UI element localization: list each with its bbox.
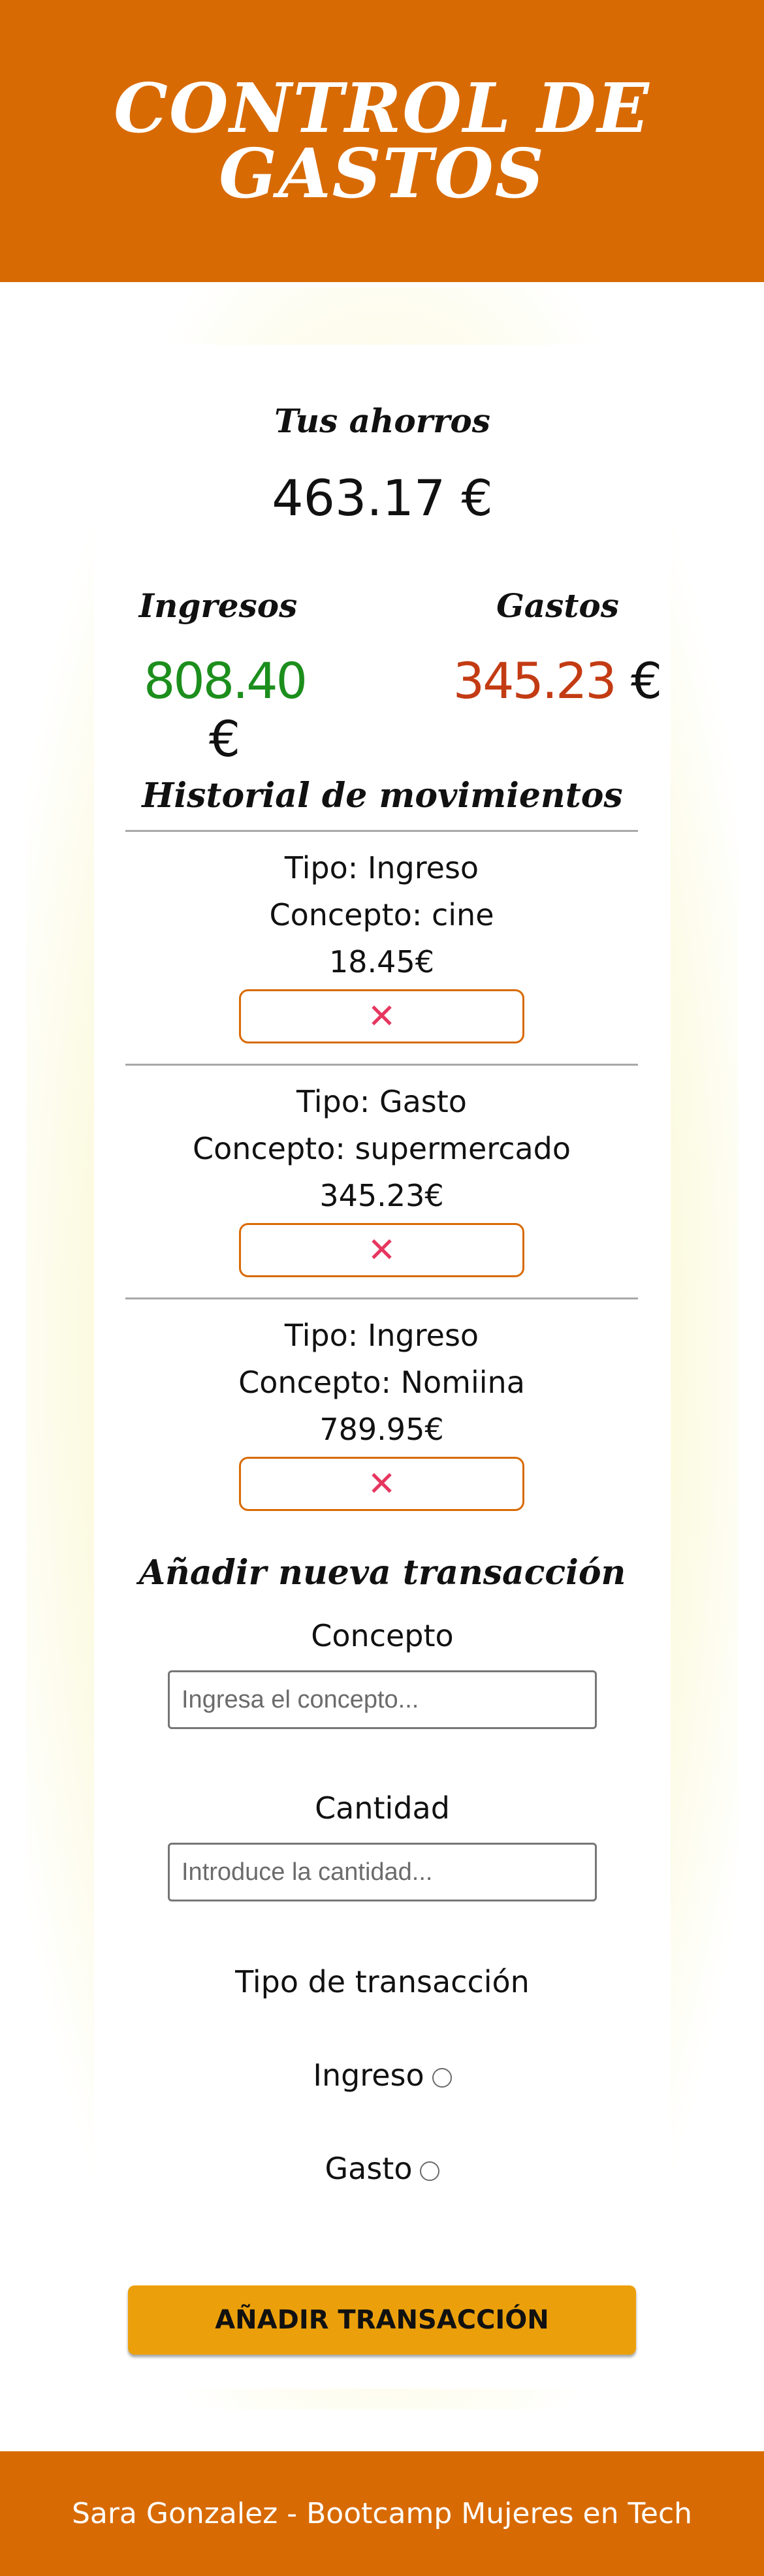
- movement-item: Tipo: Ingreso Concepto: Nomiina 789.95€ …: [125, 1297, 638, 1531]
- add-transaction-button[interactable]: AÑADIR TRANSACCIÓN: [128, 2285, 636, 2355]
- add-transaction-title: Añadir nueva transacción: [138, 1553, 626, 1593]
- savings-value: 463.17 €: [272, 469, 493, 527]
- concept-input[interactable]: [168, 1670, 597, 1729]
- app-header: CONTROL DE GASTOS: [0, 0, 764, 282]
- movements-list: Tipo: Ingreso Concepto: cine 18.45€ ✕ Ti…: [125, 830, 638, 1531]
- expense-radio[interactable]: [420, 2161, 440, 2181]
- amount-input[interactable]: [168, 1843, 597, 1901]
- expense-label: Gastos: [496, 586, 619, 625]
- movement-type: Tipo: Ingreso: [284, 850, 479, 885]
- movement-amount: 789.95€: [319, 1412, 444, 1447]
- savings-label: Tus ahorros: [274, 402, 490, 440]
- movement-amount: 345.23€: [319, 1178, 444, 1213]
- main-card: Tus ahorros 463.17 € Ingresos Gastos 808…: [94, 345, 671, 2389]
- expense-option-label: Gasto: [325, 2151, 413, 2186]
- income-label: Ingresos: [138, 586, 298, 625]
- expense-total: 345.23 €: [447, 652, 669, 710]
- amount-label: Cantidad: [315, 1790, 450, 1826]
- expense-amount: 345.23: [453, 652, 617, 710]
- transaction-type-label: Tipo de transacción: [235, 1964, 530, 1999]
- delete-movement-button[interactable]: ✕: [239, 989, 524, 1043]
- footer-text: Sara Gonzalez - Bootcamp Mujeres en Tech: [71, 2497, 693, 2530]
- movement-type: Tipo: Gasto: [296, 1084, 467, 1119]
- delete-movement-button[interactable]: ✕: [239, 1457, 524, 1511]
- income-option: Ingreso: [94, 2058, 671, 2093]
- close-icon: ✕: [367, 1230, 396, 1270]
- income-option-label: Ingreso: [313, 2058, 424, 2093]
- history-title: Historial de movimientos: [142, 776, 623, 816]
- concept-label: Concepto: [311, 1618, 454, 1653]
- income-currency: €: [208, 710, 241, 768]
- movement-concept: Concepto: Nomiina: [238, 1365, 525, 1400]
- movement-item: Tipo: Gasto Concepto: supermercado 345.2…: [125, 1064, 638, 1297]
- income-radio[interactable]: [432, 2067, 452, 2088]
- delete-movement-button[interactable]: ✕: [239, 1223, 524, 1277]
- movement-amount: 18.45€: [329, 944, 434, 979]
- income-total: 808.40 €: [120, 652, 329, 768]
- page-footer: Sara Gonzalez - Bootcamp Mujeres en Tech: [0, 2451, 764, 2576]
- income-amount: 808.40: [144, 652, 308, 710]
- app-title: CONTROL DE GASTOS: [114, 68, 650, 214]
- movement-concept: Concepto: cine: [269, 897, 494, 932]
- close-icon: ✕: [367, 1464, 396, 1504]
- movement-concept: Concepto: supermercado: [192, 1131, 571, 1166]
- movement-type: Tipo: Ingreso: [284, 1318, 479, 1353]
- close-icon: ✕: [367, 996, 396, 1036]
- expense-option: Gasto: [94, 2151, 671, 2186]
- movement-item: Tipo: Ingreso Concepto: cine 18.45€ ✕: [125, 830, 638, 1064]
- expense-currency: €: [630, 652, 663, 710]
